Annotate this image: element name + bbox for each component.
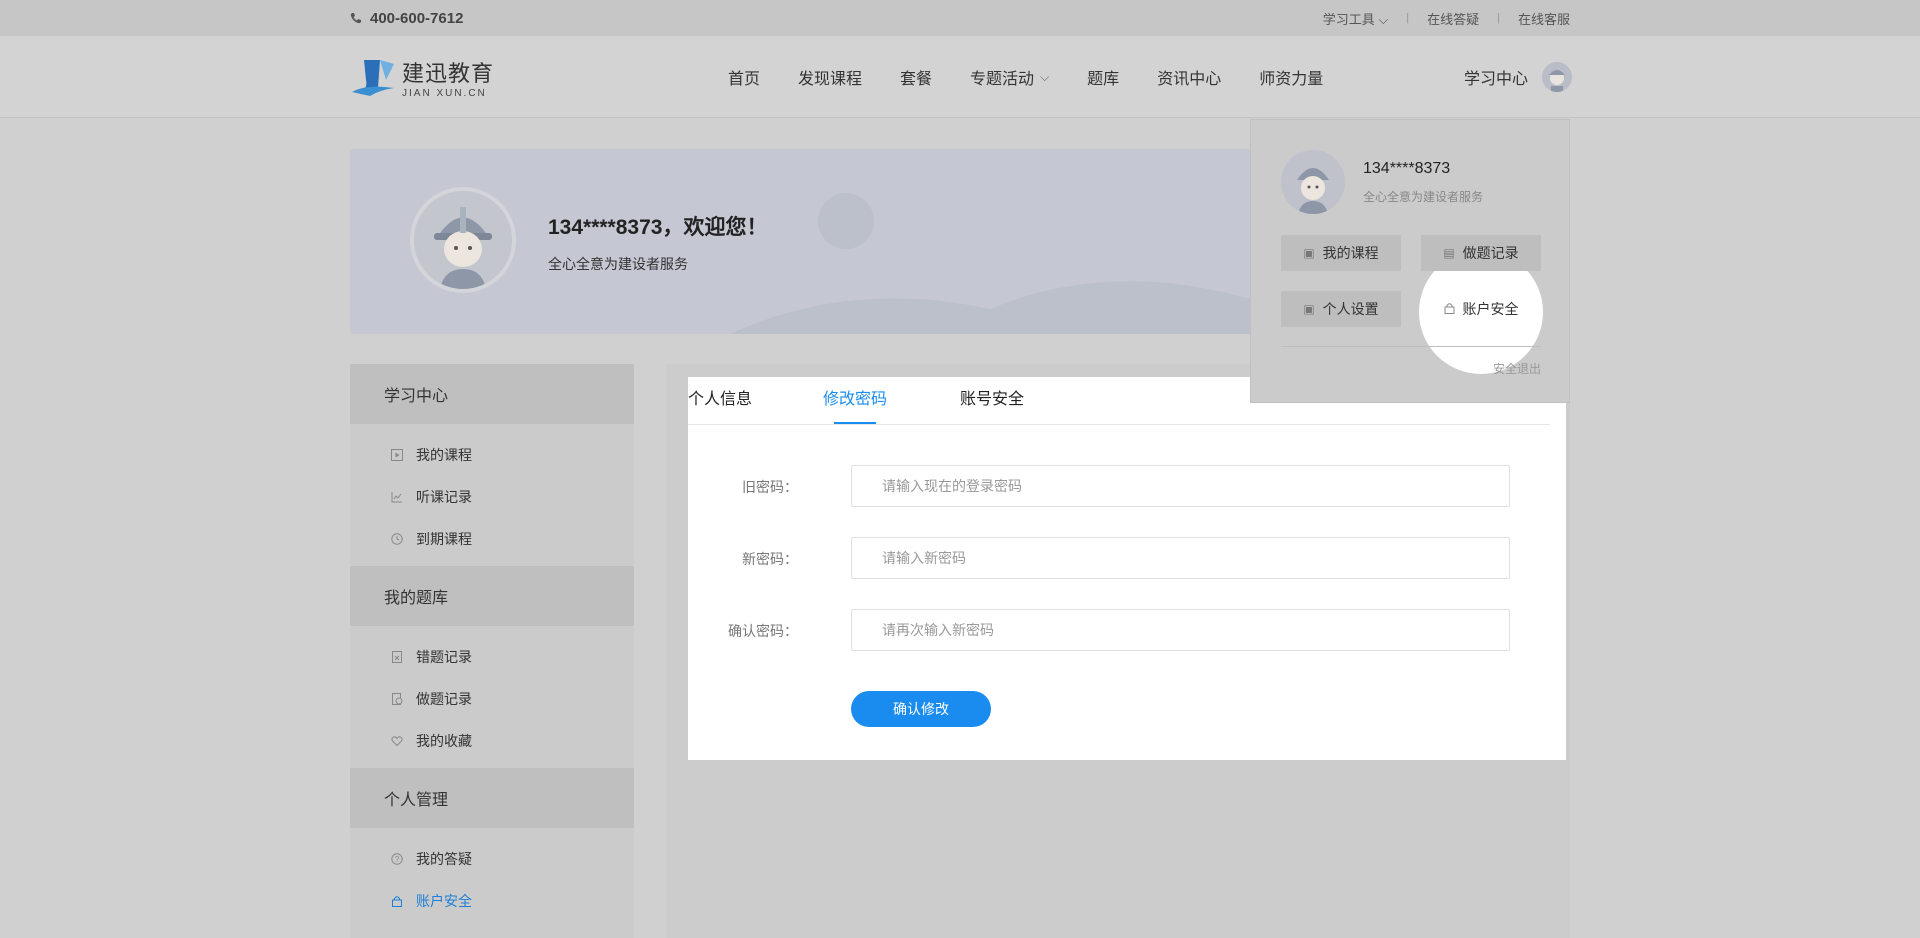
dropdown-account-security-button[interactable]: 账户安全: [1421, 291, 1541, 327]
tab-account-security[interactable]: 账号安全: [960, 385, 1024, 409]
sidebar-item-my-courses[interactable]: 我的课程: [350, 434, 634, 476]
sidebar-item-watch-history[interactable]: 听课记录: [350, 476, 634, 518]
document-clock-icon: [390, 692, 404, 706]
main-nav: 首页 发现课程 套餐 专题活动 ⌵ 题库 资讯中心 师资力量: [728, 36, 1361, 118]
tab-personal-info[interactable]: 个人信息: [688, 385, 752, 409]
phone-icon: [350, 13, 361, 24]
sidebar-group-personal: 个人管理: [350, 768, 634, 828]
nav-events[interactable]: 专题活动 ⌵: [970, 65, 1049, 89]
sidebar-item-practice-records[interactable]: 做题记录: [350, 678, 634, 720]
active-tab-indicator: [834, 422, 876, 424]
logo-mark-icon: [350, 58, 396, 98]
lock-icon: [390, 894, 404, 908]
study-center-label: 学习中心: [1464, 71, 1529, 88]
phone-number: 400-600-7612: [370, 9, 464, 27]
document-clock-icon: ▤: [1443, 246, 1455, 260]
user-dropdown-menu: 134****8373 全心全意为建设者服务 ▣ 我的课程 ▤ 做题记录 ▣ 个人设置…: [1250, 119, 1570, 403]
question-icon: ?: [390, 852, 404, 866]
old-password-label: 旧密码：: [742, 479, 798, 495]
welcome-subtitle: 全心全意为建设者服务: [548, 256, 688, 272]
new-password-field[interactable]: [851, 537, 1510, 579]
avatar: [410, 187, 516, 293]
lock-icon: [1444, 302, 1455, 317]
tab-change-password[interactable]: 修改密码: [823, 385, 887, 409]
dropdown-username: 134****8373: [1363, 160, 1451, 177]
play-icon: ▣: [1303, 246, 1315, 260]
sidebar-group-study: 学习中心: [350, 364, 634, 424]
divider: |: [1497, 12, 1500, 24]
logo-domain: JIAN XUN.CN: [402, 88, 487, 99]
divider: |: [1406, 12, 1410, 24]
sidebar-item-wrong-answers[interactable]: 错题记录: [350, 636, 634, 678]
logo-name: 建迅教育: [402, 61, 495, 86]
chevron-down-icon: ⌵: [1378, 11, 1389, 27]
nav-question-bank[interactable]: 题库: [1087, 65, 1119, 89]
avatar[interactable]: [1542, 62, 1573, 92]
confirm-password-row: 确认密码：: [688, 609, 1566, 651]
new-password-label: 新密码：: [742, 551, 798, 567]
dropdown-my-courses-button[interactable]: ▣ 我的课程: [1281, 235, 1401, 271]
banner-bubble-decoration: [818, 193, 874, 249]
nav-courses[interactable]: 发现课程: [798, 65, 862, 89]
confirm-password-field[interactable]: [851, 609, 1510, 651]
study-center-menu[interactable]: 学习中心: [1464, 62, 1573, 92]
change-password-card: 个人信息 修改密码 账号安全 旧密码： 新密码： 确认密码： 确认修改: [688, 377, 1566, 760]
online-qa-link[interactable]: 在线答疑: [1427, 9, 1479, 28]
nav-home[interactable]: 首页: [728, 65, 760, 89]
divider: [1281, 346, 1541, 347]
top-bar: 400-600-7612 学习工具 ⌵ | 在线答疑 | 在线客服: [0, 0, 1920, 36]
svg-text:?: ?: [395, 855, 400, 864]
sidebar-item-expired-courses[interactable]: 到期课程: [350, 518, 634, 560]
old-password-row: 旧密码：: [688, 465, 1566, 507]
dropdown-practice-records-button[interactable]: ▤ 做题记录: [1421, 235, 1541, 271]
nav-news[interactable]: 资讯中心: [1157, 65, 1221, 89]
heart-icon: [390, 734, 404, 748]
welcome-message: 134****8373，欢迎您！: [548, 216, 768, 239]
logout-link[interactable]: 安全退出: [1493, 360, 1541, 377]
confirm-password-label: 确认密码：: [728, 623, 798, 639]
sidebar-item-favorites[interactable]: 我的收藏: [350, 720, 634, 762]
confirm-change-button[interactable]: 确认修改: [851, 691, 991, 727]
study-tools-link[interactable]: 学习工具 ⌵: [1323, 9, 1389, 28]
sidebar-group-question-bank: 我的题库: [350, 566, 634, 626]
chart-icon: [390, 490, 404, 504]
play-icon: [390, 448, 404, 462]
clock-icon: [390, 532, 404, 546]
document-x-icon: [390, 650, 404, 664]
site-logo[interactable]: 建迅教育 JIAN XUN.CN: [350, 56, 494, 99]
sidebar: 学习中心 我的课程 听课记录 到期课程 我的题库 错题记录 做题记录 我的收藏 …: [350, 364, 634, 938]
dropdown-personal-settings-button[interactable]: ▣ 个人设置: [1281, 291, 1401, 327]
sidebar-item-account-security[interactable]: 账户安全: [350, 880, 634, 922]
main-header: 建迅教育 JIAN XUN.CN 首页 发现课程 套餐 专题活动 ⌵ 题库 资讯中…: [0, 36, 1920, 118]
online-service-link[interactable]: 在线客服: [1518, 9, 1570, 28]
chevron-down-icon: ⌵: [1040, 69, 1050, 84]
nav-teachers[interactable]: 师资力量: [1259, 65, 1323, 89]
play-icon: ▣: [1303, 302, 1315, 316]
phone-contact: 400-600-7612: [350, 10, 463, 27]
dropdown-subtitle: 全心全意为建设者服务: [1363, 190, 1484, 204]
nav-packages[interactable]: 套餐: [900, 65, 932, 89]
avatar: [1281, 150, 1345, 214]
new-password-row: 新密码：: [688, 537, 1566, 579]
sidebar-item-my-questions[interactable]: ? 我的答疑: [350, 838, 634, 880]
old-password-field[interactable]: [851, 465, 1510, 507]
